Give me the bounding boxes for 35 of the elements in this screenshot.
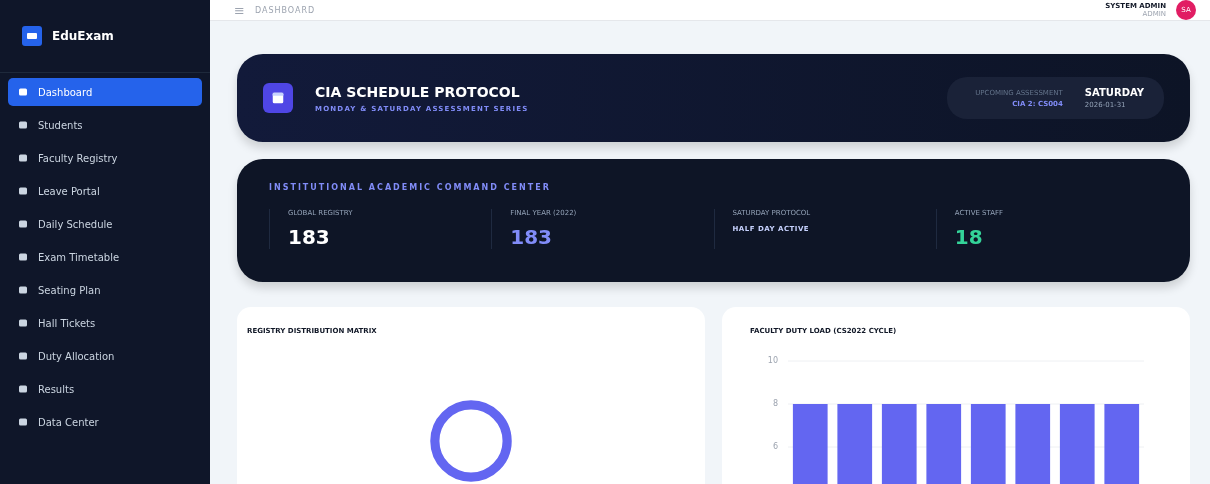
stat-value: 18 (954, 225, 984, 249)
axis-tick: 10 (767, 356, 778, 365)
sidebar-item[interactable]: Hall Tickets (8, 309, 202, 337)
sidebar-item[interactable]: Duty Allocation (8, 342, 202, 370)
command-center-title: INSTITUTIONAL ACADEMIC COMMAND CENTER (269, 183, 552, 192)
square-icon (18, 318, 28, 328)
stat-value: 183 (288, 225, 331, 249)
square-icon (18, 120, 28, 130)
axis-tick: 8 (772, 399, 778, 408)
sidebar-item[interactable]: Students (8, 111, 202, 139)
sidebar-item[interactable]: Faculty Registry (8, 144, 202, 172)
calendar-icon (263, 83, 293, 113)
logo-icon (22, 26, 42, 46)
sidebar-item[interactable]: Data Center (8, 408, 202, 436)
square-icon (18, 351, 28, 361)
sidebar-item[interactable]: Leave Portal (8, 177, 202, 205)
stat-value: 183 (510, 225, 553, 249)
sidebar-item[interactable]: Results (8, 375, 202, 403)
square-icon (18, 153, 28, 163)
sidebar-item[interactable]: Daily Schedule (8, 210, 202, 238)
sidebar-item[interactable]: Seating Plan (8, 276, 202, 304)
brand-name: EduExam (52, 29, 114, 43)
square-icon (18, 219, 28, 229)
square-icon (18, 252, 28, 262)
axis-tick: 6 (772, 442, 778, 451)
square-icon (18, 285, 28, 295)
breadcrumb: DASHBOARD (254, 5, 317, 15)
square-icon (18, 384, 28, 394)
banner-title: CIA SCHEDULE PROTOCOL (315, 83, 521, 100)
sidebar-item[interactable]: Exam Timetable (8, 243, 202, 271)
square-icon (18, 87, 28, 97)
day-label: SATURDAY (1084, 87, 1144, 98)
square-icon (18, 186, 28, 196)
sidebar-item[interactable]: Dashboard (8, 78, 202, 106)
square-icon (18, 417, 28, 427)
